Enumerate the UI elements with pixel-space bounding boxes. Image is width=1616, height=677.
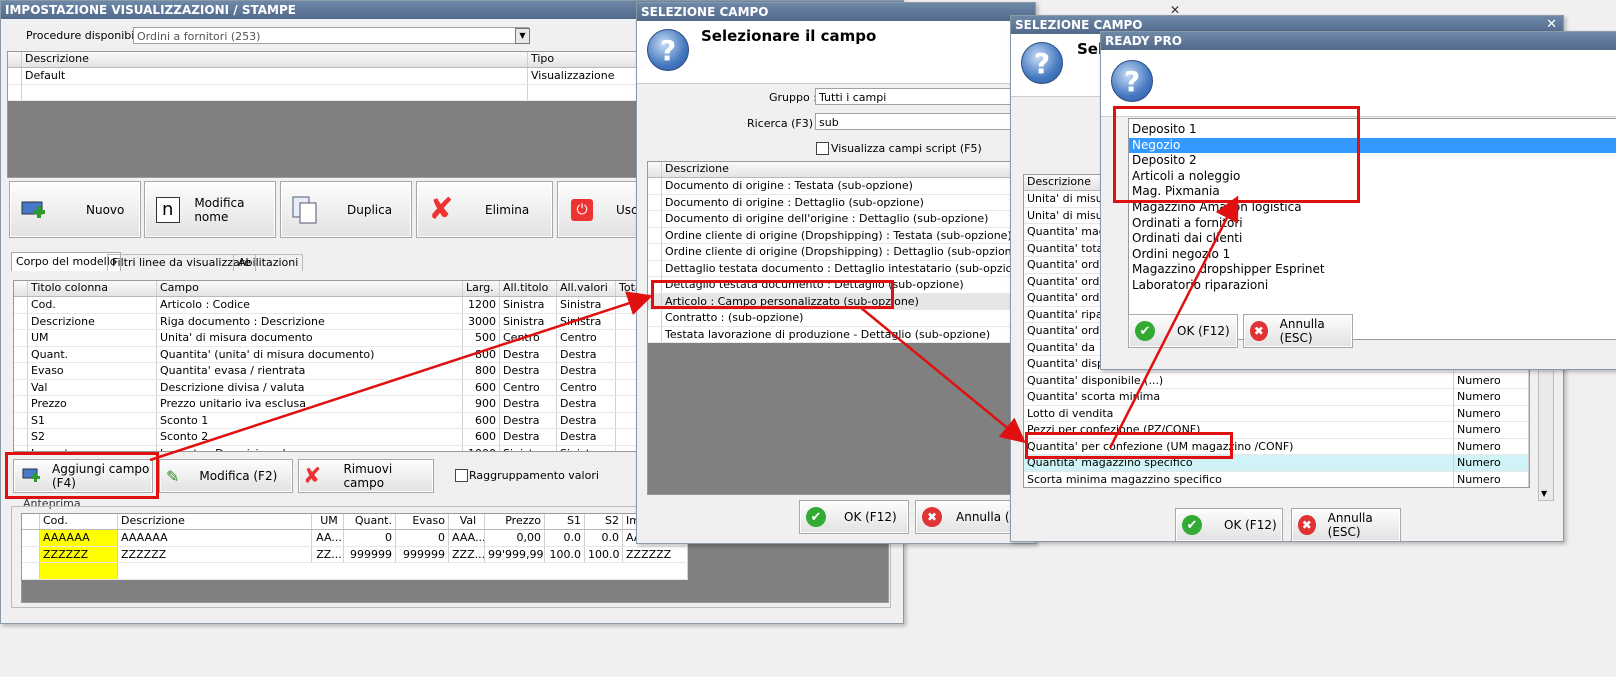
procedure-select[interactable]: Ordini a fornitori (253) [133,27,529,44]
check-icon: ✔ [1182,515,1202,535]
sel2-annulla-button[interactable]: ✖ Annulla (ESC) [1291,508,1401,541]
list-item[interactable]: Ordinati dai clienti [1129,231,1616,247]
list-item[interactable]: Laboratorio riparazioni [1129,278,1616,294]
list-item[interactable]: Magazzino dropshipper Esprinet [1129,262,1616,278]
cancel-icon: ✖ [922,507,942,527]
edit-icon: ✎ [166,466,180,486]
modifica-button[interactable]: ✎ Modifica (F2) [159,459,293,493]
sel1-heading: Selezionare il campo [701,27,877,45]
list-item[interactable]: Articolo : Campo personalizzato (sub-opz… [648,293,1035,310]
check-icon: ✔ [806,507,826,527]
procedure-label: Procedure disponibili : [26,29,148,42]
gruppo-label: Gruppo : [769,91,817,104]
list-item[interactable]: Magazzino Amazon logistica [1129,200,1616,216]
elimina-button[interactable]: ✘ Elimina [416,181,553,238]
list-item[interactable]: Contratto : (sub-opzione) [648,310,1035,327]
rimuovi-campo-button[interactable]: ✘ Rimuovi campo [298,459,434,493]
cancel-icon: ✖ [1250,321,1268,341]
question-icon: ? [647,29,689,71]
list-item[interactable]: Documento di origine : Testata (sub-opzi… [648,178,1035,195]
table-row[interactable]: Quant. Quantita' (unita' di misura docume… [14,346,646,363]
models-col-descrizione: Descrizione [22,52,528,67]
table-row[interactable]: Evaso Quantita' evasa / rientrata 800 Destr… [14,363,646,380]
table-row[interactable]: Val Descrizione divisa / valuta 600 Centro C… [14,379,646,396]
list-item[interactable]: Deposito 1 [1129,122,1616,138]
tab-corpo-modello[interactable]: Corpo del modello [11,252,122,271]
list-item[interactable]: Mag. Pixmania [1129,184,1616,200]
ready-annulla-button[interactable]: ✖ Annulla (ESC) [1243,314,1353,348]
delete-icon: ✘ [303,463,322,489]
models-grid: Descrizione Tipo Default Visualizzazione [7,51,649,178]
list-item[interactable]: Ordini negozio 1 [1129,247,1616,263]
check-icon: ✔ [1135,321,1155,341]
ricerca-input[interactable]: sub [815,113,1035,130]
list-item[interactable]: Lotto di vendita Numero [1024,405,1529,422]
ready-pro-dialog: READY PRO ? Deposito 1 Negozio Deposito 2A… [1100,31,1616,370]
list-item[interactable]: Negozio [1129,137,1616,154]
script-label: Visualizza campi script (F5) [831,142,982,155]
list-item[interactable]: Ordine cliente di origine (Dropshipping)… [648,227,1035,244]
ricerca-label: Ricerca (F3) : [747,117,821,130]
sel2-ok-button[interactable]: ✔ OK (F12) [1175,508,1283,541]
sel1-grid: Descrizione Documento di origine : Testa… [647,161,1035,495]
scroll-down-icon[interactable]: ▼ [1541,489,1547,498]
list-item[interactable]: Ordinati a fornitori [1129,216,1616,232]
table-row[interactable]: Descrizione Riga documento : Descrizione 3… [14,313,646,330]
cancel-icon: ✖ [1298,515,1316,535]
modifica-nome-button[interactable]: n Modifica nome [144,181,276,238]
table-row[interactable]: S2 Sconto 2 600 Destra Destra [14,429,646,446]
power-icon: ⏻ [566,194,598,226]
list-item[interactable]: Quantita' magazzino specifico Numero [1024,455,1529,472]
aggiungi-campo-button[interactable]: Aggiungi campo (F4) [13,459,153,493]
warehouse-list[interactable]: Deposito 1 Negozio Deposito 2 Articoli a no… [1128,118,1616,340]
table-row[interactable]: UM Unita' di misura documento 500 Centro Cen… [14,330,646,347]
list-item[interactable]: Dettaglio testata documento : Dettaglio … [648,260,1035,277]
question-icon: ? [1021,42,1063,84]
raggruppamento-label: Raggruppamento valori [469,469,599,482]
list-item[interactable]: Documento di origine dell'origine : Dett… [648,211,1035,228]
ready-ok-button[interactable]: ✔ OK (F12) [1128,314,1238,348]
rename-icon: n [153,194,182,226]
procedure-dropdown-icon[interactable]: ▼ [515,28,530,44]
list-item[interactable]: Quantita' scorta minima Numero [1024,389,1529,406]
script-checkbox[interactable] [816,142,829,155]
delete-icon: ✘ [428,192,454,227]
duplica-button[interactable]: Duplica [280,181,412,238]
table-row[interactable]: S1 Sconto 1 600 Destra Destra [14,412,646,429]
list-item[interactable]: Quantita' per confezione (UM magazzino /… [1024,438,1529,455]
list-item[interactable]: Articoli a noleggio [1129,169,1616,185]
ready-title: READY PRO [1101,32,1616,50]
table-row[interactable]: ImposteImposte : Descrizione breve1000Si… [14,445,646,451]
sel1-ok-button[interactable]: ✔ OK (F12) [799,500,909,534]
list-item[interactable]: Ordine cliente di origine (Dropshipping)… [648,244,1035,261]
top-right-close-icon[interactable]: ✕ [1170,3,1180,17]
tab-abilitazioni[interactable]: Abilitazioni [233,254,304,271]
gruppo-select[interactable]: Tutti i campi [815,88,1035,105]
table-row[interactable]: Prezzo Prezzo unitario iva esclusa 900 Dest… [14,396,646,413]
duplicate-icon [289,194,321,226]
preview-row: ZZZZZZ ZZZZZZ ZZ... 999999 999999 ZZZ... 99'99… [22,546,688,563]
add-document-icon [18,194,50,226]
table-row[interactable]: Cod. Articolo : Codice 1200 Sinistra Sinistr… [14,297,646,314]
selezione-campo-dialog-1: SELEZIONE CAMPO ? Selezionare il campo G… [636,2,1036,544]
list-item[interactable]: Pezzi per confezione (PZ/CONF) Numero [1024,422,1529,439]
columns-grid: Titolo colonna Campo Larg. All.titolo Al… [13,280,647,452]
list-item[interactable]: Testata lavorazione di produzione - Dett… [648,326,1035,343]
sel1-title: SELEZIONE CAMPO [637,3,1035,21]
nuovo-button[interactable]: Nuovo [9,181,141,238]
list-item[interactable]: Deposito 2 [1129,153,1616,169]
table-row[interactable]: Default Visualizzazione [8,68,648,85]
question-icon: ? [1111,60,1153,102]
raggruppamento-checkbox[interactable] [455,469,468,482]
list-item[interactable]: Scorta minima magazzino specifico Numero [1024,471,1529,487]
models-col-tipo: Tipo [528,52,648,67]
preview-row: AAAAAAAAAAAAAA...00AAA...0,000.00.0AAA [22,530,688,547]
list-item[interactable]: Dettaglio testata documento : Dettaglio … [648,277,1035,294]
add-field-icon [22,467,42,486]
list-item[interactable]: Quantita' disponibile (...) Numero [1024,372,1529,389]
list-item[interactable]: Documento di origine : Dettaglio (sub-op… [648,194,1035,211]
